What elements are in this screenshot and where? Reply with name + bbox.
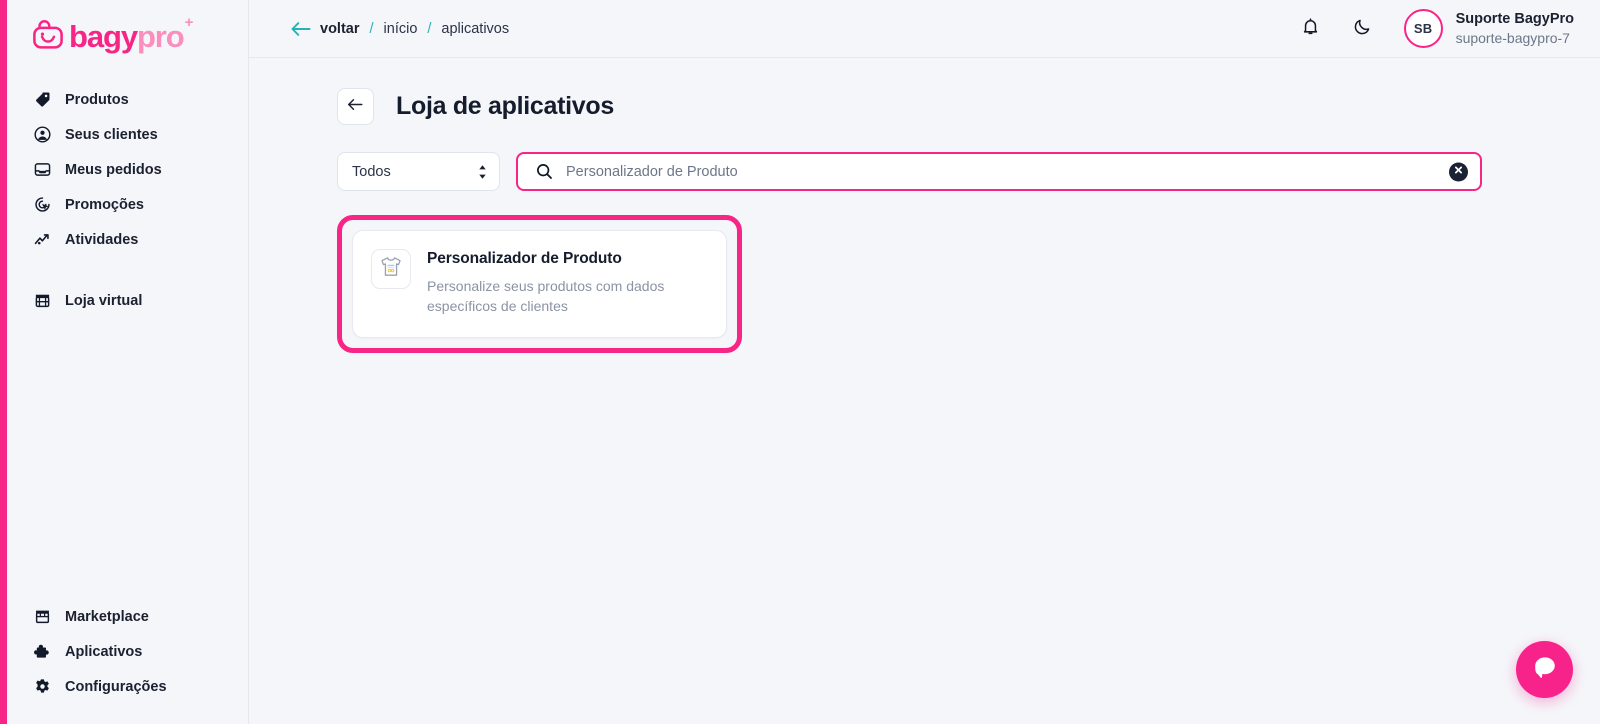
- main-area: voltar / início / aplicativos SB Suporte…: [249, 0, 1600, 724]
- left-accent-bar: [0, 0, 7, 724]
- user-handle: suporte-bagypro-7: [1455, 29, 1570, 46]
- breadcrumb-separator: /: [427, 20, 432, 37]
- category-filter-value[interactable]: Todos: [337, 152, 500, 191]
- topbar: voltar / início / aplicativos SB Suporte…: [249, 0, 1600, 58]
- search-field: [516, 152, 1482, 191]
- category-filter[interactable]: Todos: [337, 152, 500, 191]
- sidebar-item-label: Aplicativos: [65, 643, 143, 660]
- brand-plus: +: [184, 14, 194, 32]
- page-header: Loja de aplicativos: [337, 88, 1560, 125]
- sidebar-item-configuracoes[interactable]: Configurações: [7, 669, 248, 704]
- inbox-icon: [33, 161, 51, 179]
- search-clear-button[interactable]: [1449, 162, 1468, 181]
- brand-word-bagy: bagy: [69, 18, 138, 54]
- sidebar-item-label: Promoções: [65, 196, 144, 213]
- breadcrumb-item-inicio[interactable]: início: [384, 21, 418, 37]
- breadcrumb-item-aplicativos[interactable]: aplicativos: [441, 21, 509, 37]
- breadcrumb-separator: /: [369, 20, 374, 37]
- topbar-actions: SB Suporte BagyPro suporte-bagypro-7: [1296, 9, 1574, 48]
- search-box[interactable]: [516, 152, 1482, 191]
- sidebar-item-promocoes[interactable]: Promoções: [7, 187, 248, 222]
- breadcrumb-back-button[interactable]: voltar: [291, 21, 360, 37]
- filters-row: Todos: [337, 152, 1560, 191]
- close-circle-icon: [1453, 163, 1464, 181]
- user-circle-icon: [33, 126, 51, 144]
- sidebar-item-label: Loja virtual: [65, 292, 143, 309]
- bell-icon: [1301, 17, 1320, 41]
- sidebar-item-label: Marketplace: [65, 608, 149, 625]
- sidebar-item-meus-pedidos[interactable]: Meus pedidos: [7, 152, 248, 187]
- moon-icon: [1353, 17, 1372, 41]
- sidebar-secondary-nav: Loja virtual: [7, 257, 248, 318]
- theme-toggle-button[interactable]: [1348, 14, 1378, 44]
- sidebar-item-loja-virtual[interactable]: Loja virtual: [7, 283, 248, 318]
- sidebar-item-seus-clientes[interactable]: Seus clientes: [7, 117, 248, 152]
- brand-header[interactable]: bagypro+: [7, 0, 248, 72]
- avatar: SB: [1403, 9, 1443, 48]
- app-card-description: Personalize seus produtos com dados espe…: [427, 278, 665, 314]
- sidebar-primary-nav: Produtos Seus clientes Meus pedidos Prom…: [7, 72, 248, 257]
- app-card-highlight-ring: Personalizador de Produto Personalize se…: [337, 215, 742, 353]
- brand-logo: bagypro+: [31, 15, 193, 56]
- brand-word-pro: pro: [136, 18, 185, 54]
- sidebar-item-produtos[interactable]: Produtos: [7, 82, 248, 117]
- sidebar-item-aplicativos[interactable]: Aplicativos: [7, 634, 248, 669]
- page-back-button[interactable]: [337, 88, 374, 125]
- app-card-personalizador-de-produto[interactable]: Personalizador de Produto Personalize se…: [352, 230, 727, 338]
- content-area: Loja de aplicativos Todos Personalizador…: [249, 58, 1600, 724]
- notifications-button[interactable]: [1296, 14, 1326, 44]
- chat-launcher-button[interactable]: [1516, 641, 1573, 698]
- breadcrumb: voltar / início / aplicativos: [291, 21, 509, 37]
- chat-bubble-icon: [1531, 653, 1559, 686]
- sidebar-item-atividades[interactable]: Atividades: [7, 222, 248, 257]
- store-icon: [33, 608, 51, 626]
- activity-icon: [33, 231, 51, 249]
- page-title: Loja de aplicativos: [396, 92, 614, 120]
- sidebar-item-label: Meus pedidos: [65, 161, 162, 178]
- arrow-left-icon: [291, 21, 311, 37]
- sidebar-item-marketplace[interactable]: Marketplace: [7, 599, 248, 634]
- app-root: bagypro+ Produtos Seus clientes Meus ped…: [0, 0, 1600, 724]
- puzzle-icon: [33, 643, 51, 661]
- target-cursor-icon: [33, 196, 51, 214]
- sidebar: bagypro+ Produtos Seus clientes Meus ped…: [0, 0, 249, 724]
- search-input[interactable]: [566, 163, 1436, 180]
- app-card-title: Personalizador de Produto: [427, 250, 622, 267]
- sidebar-item-label: Produtos: [65, 91, 129, 108]
- gear-icon: [33, 678, 51, 696]
- sidebar-item-label: Atividades: [65, 231, 139, 248]
- search-icon: [536, 163, 553, 180]
- app-icon-wrapper: [371, 249, 411, 289]
- arrow-left-icon: [347, 97, 364, 117]
- sidebar-item-label: Seus clientes: [65, 126, 158, 143]
- user-name: Suporte BagyPro: [1455, 10, 1574, 27]
- user-menu[interactable]: SB Suporte BagyPro suporte-bagypro-7: [1400, 9, 1574, 48]
- sidebar-bottom-nav: Marketplace Aplicativos Configurações: [7, 589, 248, 724]
- tag-icon: [33, 91, 51, 109]
- breadcrumb-back-label: voltar: [320, 20, 360, 37]
- bag-smile-icon: [31, 17, 65, 56]
- app-card-text: Personalizador de Produto Personalize se…: [427, 249, 667, 317]
- brand-wordmark: bagypro+: [69, 15, 193, 54]
- sidebar-item-label: Configurações: [65, 678, 167, 695]
- tshirt-icon: [378, 254, 404, 285]
- storefront-icon: [33, 292, 51, 310]
- user-meta: Suporte BagyPro suporte-bagypro-7: [1456, 10, 1574, 47]
